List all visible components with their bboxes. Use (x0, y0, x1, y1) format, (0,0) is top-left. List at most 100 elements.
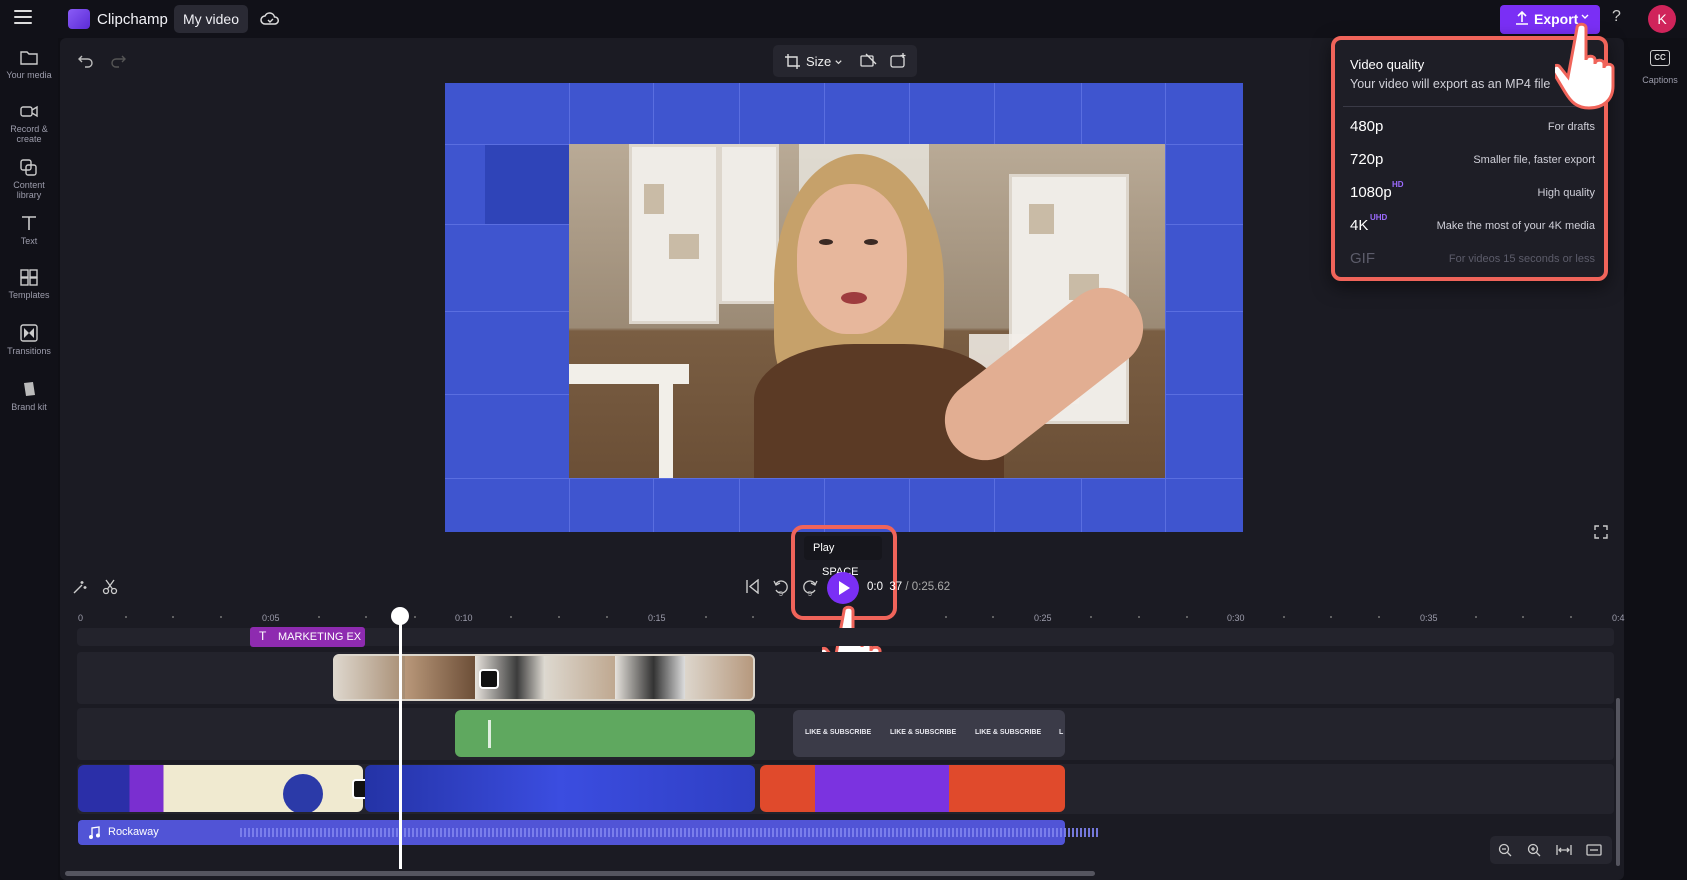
top-bar: Clipchamp My video Export ? K (0, 0, 1687, 38)
clip-thumb-label: L (1059, 729, 1064, 736)
sidebar-item-label: Transitions (7, 346, 51, 356)
sidebar-item-label: Content library (13, 180, 45, 200)
sidebar-item-label: Text (20, 236, 38, 246)
quality-desc: For videos 15 seconds or less (1448, 253, 1595, 265)
video-track-1 (77, 652, 1614, 704)
ruler-tick-label: 0:30 (1227, 613, 1245, 623)
video-preview[interactable] (445, 83, 1243, 532)
video-clip[interactable] (333, 654, 755, 701)
clip-thumb-label: LIKE & SUBSCRIBE (805, 729, 872, 736)
quality-option-720p[interactable]: 720p Smaller file, faster export (1350, 151, 1595, 175)
sidebar-item-record-create[interactable]: Record & create (0, 102, 58, 144)
captions-icon: CC (1650, 50, 1670, 66)
music-note-icon (89, 826, 100, 839)
svg-text:5: 5 (779, 591, 783, 597)
image-add-icon[interactable] (890, 52, 907, 69)
ruler-tick-label: 0 (78, 613, 84, 623)
camera-icon (20, 105, 38, 118)
ruler-tick-label: 0:25 (1034, 613, 1052, 623)
sidebar-item-content-library[interactable]: Content library (0, 158, 58, 200)
rewind-5-icon[interactable]: 5 (773, 579, 789, 597)
sidebar-item-transitions[interactable]: Transitions (0, 324, 58, 356)
quality-name: GIF (1350, 250, 1375, 267)
time-readout: 0:0 37 / 0:25.62 (867, 581, 950, 593)
project-name-button[interactable]: My video (174, 5, 248, 33)
zoom-in-icon[interactable] (1527, 843, 1541, 857)
popup-title: Video quality (1350, 57, 1425, 72)
quality-option-480p[interactable]: 480p For drafts (1350, 118, 1595, 142)
expand-tracks-icon[interactable] (1586, 843, 1602, 857)
background-clip[interactable] (78, 765, 363, 812)
transition-icon[interactable] (479, 669, 499, 689)
scissors-icon[interactable] (102, 579, 118, 595)
sidebar-item-your-media[interactable]: Your media (0, 48, 58, 80)
current-time-tail: 37 (889, 581, 903, 593)
play-button[interactable] (827, 572, 859, 604)
sidebar-item-templates[interactable]: Templates (0, 268, 58, 300)
quality-option-1080p[interactable]: 1080p HD High quality (1350, 180, 1595, 208)
skip-to-start-icon[interactable] (745, 579, 760, 594)
popup-subtitle: Your video will export as an MP4 file (1350, 77, 1551, 91)
ruler-tick-label: 0:4 (1612, 613, 1625, 623)
left-sidebar: Your media Record & create Content libra… (0, 38, 58, 880)
captions-label: Captions (1642, 75, 1678, 85)
sidebar-item-label: Brand kit (11, 402, 47, 412)
clip-thumb-label: LIKE & SUBSCRIBE (975, 729, 1042, 736)
undo-icon[interactable] (78, 52, 94, 68)
app-name: Clipchamp (97, 11, 168, 28)
clip-thumb-label: LIKE & SUBSCRIBE (890, 729, 957, 736)
transitions-icon (20, 324, 38, 342)
text-clip[interactable]: MARKETING EX (250, 627, 365, 647)
current-time: 0:0 (867, 581, 883, 593)
cloud-sync-icon[interactable] (260, 10, 280, 28)
sidebar-item-label: Your media (6, 70, 52, 80)
timeline-horizontal-scrollbar[interactable] (65, 871, 1095, 876)
quality-name: 4K (1350, 217, 1369, 234)
text-clip-icon: T (259, 629, 267, 643)
magic-wand-icon[interactable] (72, 579, 88, 595)
clip-split-marker (488, 720, 491, 748)
avatar[interactable]: K (1648, 5, 1676, 33)
green-screen-clip[interactable] (455, 710, 755, 757)
timeline-vertical-scrollbar[interactable] (1616, 698, 1620, 866)
fit-timeline-icon[interactable] (1556, 843, 1572, 857)
clipchamp-logo-icon (68, 9, 90, 29)
subscribe-overlay-clip[interactable]: LIKE & SUBSCRIBE LIKE & SUBSCRIBE LIKE &… (793, 710, 1065, 757)
sidebar-item-label: Templates (8, 290, 50, 300)
zoom-out-icon[interactable] (1498, 843, 1512, 857)
library-icon (20, 159, 37, 176)
quality-option-gif: GIF For videos 15 seconds or less (1350, 250, 1595, 274)
quality-name: 1080p (1350, 184, 1392, 201)
playhead[interactable] (399, 611, 402, 869)
quality-name: 720p (1350, 151, 1384, 168)
fullscreen-icon[interactable] (1594, 525, 1608, 539)
pointer-hand-icon (1555, 22, 1615, 110)
background-remove-icon[interactable] (860, 53, 877, 69)
chevron-down-icon (1581, 14, 1589, 19)
hd-badge: HD (1392, 180, 1404, 189)
crop-icon[interactable] (785, 54, 800, 69)
quality-desc: For drafts (1547, 121, 1595, 133)
size-button[interactable]: Size (806, 54, 831, 69)
audio-waveform (240, 828, 1100, 837)
playhead-handle[interactable] (391, 607, 409, 625)
chevron-down-icon (835, 60, 842, 65)
background-clip[interactable] (365, 765, 755, 812)
redo-icon[interactable] (110, 52, 126, 68)
quality-desc: Smaller file, faster export (1473, 154, 1595, 166)
quality-desc: Make the most of your 4K media (1436, 220, 1595, 232)
background-clip[interactable] (760, 765, 1065, 812)
sidebar-item-brand-kit[interactable]: Brand kit (0, 380, 58, 412)
video-frame-image (569, 144, 1165, 478)
captions-button[interactable]: CC Captions (1635, 50, 1685, 88)
sidebar-item-text[interactable]: Text (0, 214, 58, 246)
hamburger-menu-icon[interactable] (14, 10, 32, 26)
tooltip-action: Play (813, 542, 835, 554)
ruler-tick-label: 0:35 (1420, 613, 1438, 623)
play-tooltip: PlaySPACE (804, 536, 882, 578)
ruler-tick-label: 0:15 (648, 613, 666, 623)
ruler-tick-label: 0:10 (455, 613, 473, 623)
quality-option-4k[interactable]: 4K UHD Make the most of your 4K media (1350, 213, 1595, 241)
quality-name: 480p (1350, 118, 1384, 135)
quality-desc: High quality (1537, 187, 1595, 199)
